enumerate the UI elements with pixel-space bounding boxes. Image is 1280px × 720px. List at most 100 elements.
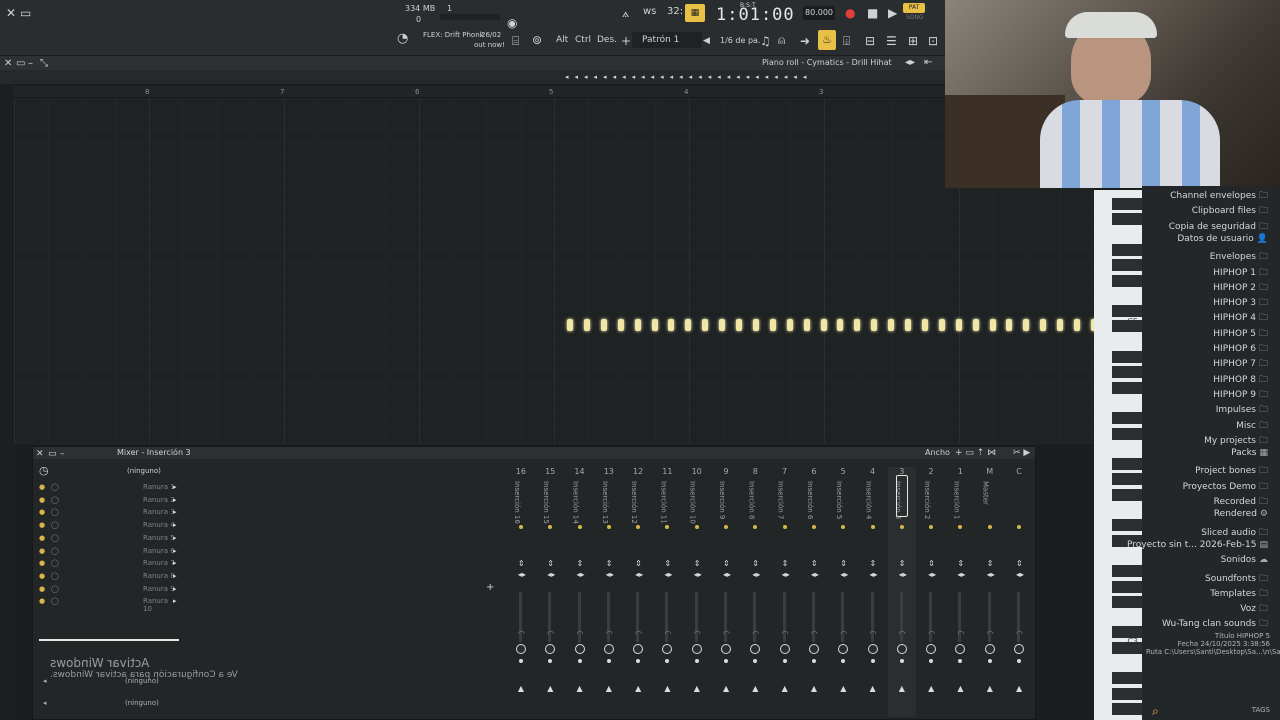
mixer-channel-strip[interactable]: 4 Inserción 4 ⇕ ◂▸ ◠ ▲ (859, 467, 887, 717)
send-led[interactable] (870, 659, 875, 663)
browser-item[interactable]: HIPHOP 5 🗀 (1213, 326, 1268, 342)
pan-icon[interactable]: ◠ (547, 629, 554, 638)
midi-note[interactable] (854, 319, 861, 331)
black-key[interactable] (1112, 565, 1142, 578)
send-led[interactable] (987, 659, 992, 663)
headphones-icon[interactable]: ♫ (760, 34, 771, 48)
midi-note[interactable] (989, 319, 996, 331)
browser-item[interactable]: Copia de seguridad 🗀 (1169, 219, 1268, 235)
slot-mix-knob-icon[interactable]: ◯ (51, 585, 59, 593)
typing-keyboard-icon[interactable]: ⊚ (532, 33, 542, 47)
send-arrow-icon[interactable]: ▲ (694, 684, 700, 693)
midi-note[interactable] (1023, 319, 1030, 331)
midi-note[interactable] (600, 319, 607, 331)
black-key[interactable] (1112, 458, 1142, 471)
pan-knob[interactable] (896, 644, 907, 654)
pan-knob[interactable] (955, 644, 966, 654)
tool-buttons[interactable]: ◂◂◂◂◂◂◂◂◂◂◂◂◂◂◂◂◂◂◂◂◂◂◂◂◂◂ (565, 73, 945, 81)
minimize-piano-roll-icon[interactable]: – (28, 57, 33, 71)
news-text[interactable]: FLEX: Drift Phonk (423, 31, 484, 39)
send-led[interactable] (636, 659, 641, 663)
pan-icon[interactable]: ◠ (635, 629, 642, 638)
send-arrow-icon[interactable]: ▲ (987, 684, 993, 693)
black-key[interactable] (1112, 488, 1142, 501)
pan-icon[interactable]: ◠ (694, 629, 701, 638)
stereo-icon[interactable]: ◂▸ (694, 570, 702, 579)
black-key[interactable] (1112, 427, 1142, 440)
output-icon[interactable]: ◉ (507, 16, 517, 30)
mixer-channel-strip[interactable]: C ⇕ ◂▸ ◠ ▲ (1005, 467, 1033, 717)
pattern-selector[interactable]: Patrón 1 (632, 32, 702, 48)
route-arrows-icon[interactable]: ⇕ (840, 559, 847, 568)
send-arrow-icon[interactable]: ▲ (752, 684, 758, 693)
slot-mix-knob-icon[interactable]: ◯ (51, 547, 59, 555)
channel-led[interactable] (811, 525, 816, 529)
effect-slot[interactable]: ● ◯ Ranura 2 ▸ (39, 496, 179, 507)
send-led[interactable] (724, 659, 728, 663)
route-arrows-icon[interactable]: ⇕ (899, 559, 906, 568)
effect-slot[interactable]: ● ◯ Ranura 3 ▸ (39, 508, 179, 519)
slot-enable-led[interactable]: ● (39, 585, 45, 593)
pan-knob[interactable] (603, 644, 614, 654)
stereo-icon[interactable]: ◂▸ (840, 570, 848, 579)
route-arrows-icon[interactable]: ⇕ (664, 559, 671, 568)
piano-roll-icon[interactable]: ⌸ (512, 34, 519, 48)
mixer-channel-strip[interactable]: 5 Inserción 5 ⇕ ◂▸ ◠ ▲ (829, 467, 857, 717)
black-key[interactable] (1112, 305, 1142, 318)
browser-item[interactable]: HIPHOP 4 🗀 (1213, 310, 1268, 326)
route-arrows-icon[interactable]: ⇕ (577, 559, 584, 568)
pan-knob[interactable] (545, 644, 556, 654)
send-led[interactable] (753, 659, 758, 663)
pan-knob[interactable] (515, 644, 526, 654)
slot-arrow-icon[interactable]: ▸ (173, 534, 177, 542)
slot-mix-knob-icon[interactable]: ◯ (51, 483, 59, 491)
black-key[interactable] (1112, 198, 1142, 210)
black-key[interactable] (1112, 412, 1142, 425)
pan-knob[interactable] (1014, 644, 1024, 654)
stereo-icon[interactable]: ◂▸ (987, 570, 995, 579)
stereo-icon[interactable]: ◂▸ (577, 570, 585, 579)
effect-slot[interactable]: ● ◯ Ranura 10 ▸ (39, 597, 179, 613)
mixer-channel-strip[interactable]: 11 Inserción 11 ⇕ ◂▸ ◠ ▲ (653, 467, 681, 717)
slot-mix-knob-icon[interactable]: ◯ (51, 597, 59, 605)
stereo-icon[interactable]: ◂▸ (957, 570, 965, 579)
send-led[interactable] (899, 659, 904, 663)
add-pattern-icon[interactable]: + (621, 34, 631, 48)
send-arrow-icon[interactable]: ▲ (577, 684, 583, 693)
piano-roll-grid[interactable] (14, 98, 1094, 444)
browser-item[interactable]: Recorded 🗀 (1214, 494, 1268, 510)
slot-enable-led[interactable]: ● (39, 597, 45, 605)
pan-knob[interactable] (984, 644, 995, 654)
arrow-right-icon[interactable]: ➜ (800, 34, 810, 48)
mixer-channel-strip[interactable]: 13 Inserción 13 ⇕ ◂▸ ◠ ▲ (595, 467, 623, 717)
send-led[interactable] (1017, 659, 1021, 663)
mixer-channel-strip[interactable]: 8 Inserción 8 ⇕ ◂▸ ◠ ▲ (741, 467, 769, 717)
stereo-icon[interactable]: ◂▸ (752, 570, 760, 579)
pan-knob[interactable] (779, 644, 790, 654)
news-icon[interactable]: ◔ (397, 32, 408, 46)
slot-mix-knob-icon[interactable]: ◯ (51, 521, 59, 529)
slot-mix-knob-icon[interactable]: ◯ (51, 572, 59, 580)
stereo-icon[interactable]: ◂▸ (811, 570, 819, 579)
effect-slot[interactable]: ● ◯ Ranura 1 ▸ (39, 483, 179, 494)
black-key[interactable] (1112, 213, 1142, 226)
midi-note[interactable] (583, 319, 590, 331)
stereo-icon[interactable]: ◂▸ (1016, 570, 1024, 579)
pan-icon[interactable]: ◠ (577, 629, 584, 638)
channel-led[interactable] (577, 525, 582, 529)
piano-keyboard[interactable]: C5 C4 C3 (1094, 190, 1142, 720)
channel-led[interactable] (1017, 525, 1021, 529)
route-arrows-icon[interactable]: ⇕ (928, 559, 935, 568)
channel-led[interactable] (782, 525, 787, 529)
black-key[interactable] (1112, 702, 1142, 715)
black-key[interactable] (1112, 473, 1142, 486)
browser-item[interactable]: Sonidos ☁ (1221, 555, 1268, 565)
route-arrows-icon[interactable]: ⇕ (723, 559, 730, 568)
send-arrow-icon[interactable]: ▲ (518, 684, 524, 693)
mixer-channel-strip[interactable]: 3 Inserción 3 ⇕ ◂▸ ◠ ▲ (887, 467, 916, 717)
pan-icon[interactable]: ◠ (840, 629, 847, 638)
midi-note[interactable] (786, 319, 793, 331)
slot-mix-knob-icon[interactable]: ◯ (51, 508, 59, 516)
pan-icon[interactable]: ◠ (723, 629, 730, 638)
clock-icon[interactable]: ◷ (39, 464, 49, 478)
